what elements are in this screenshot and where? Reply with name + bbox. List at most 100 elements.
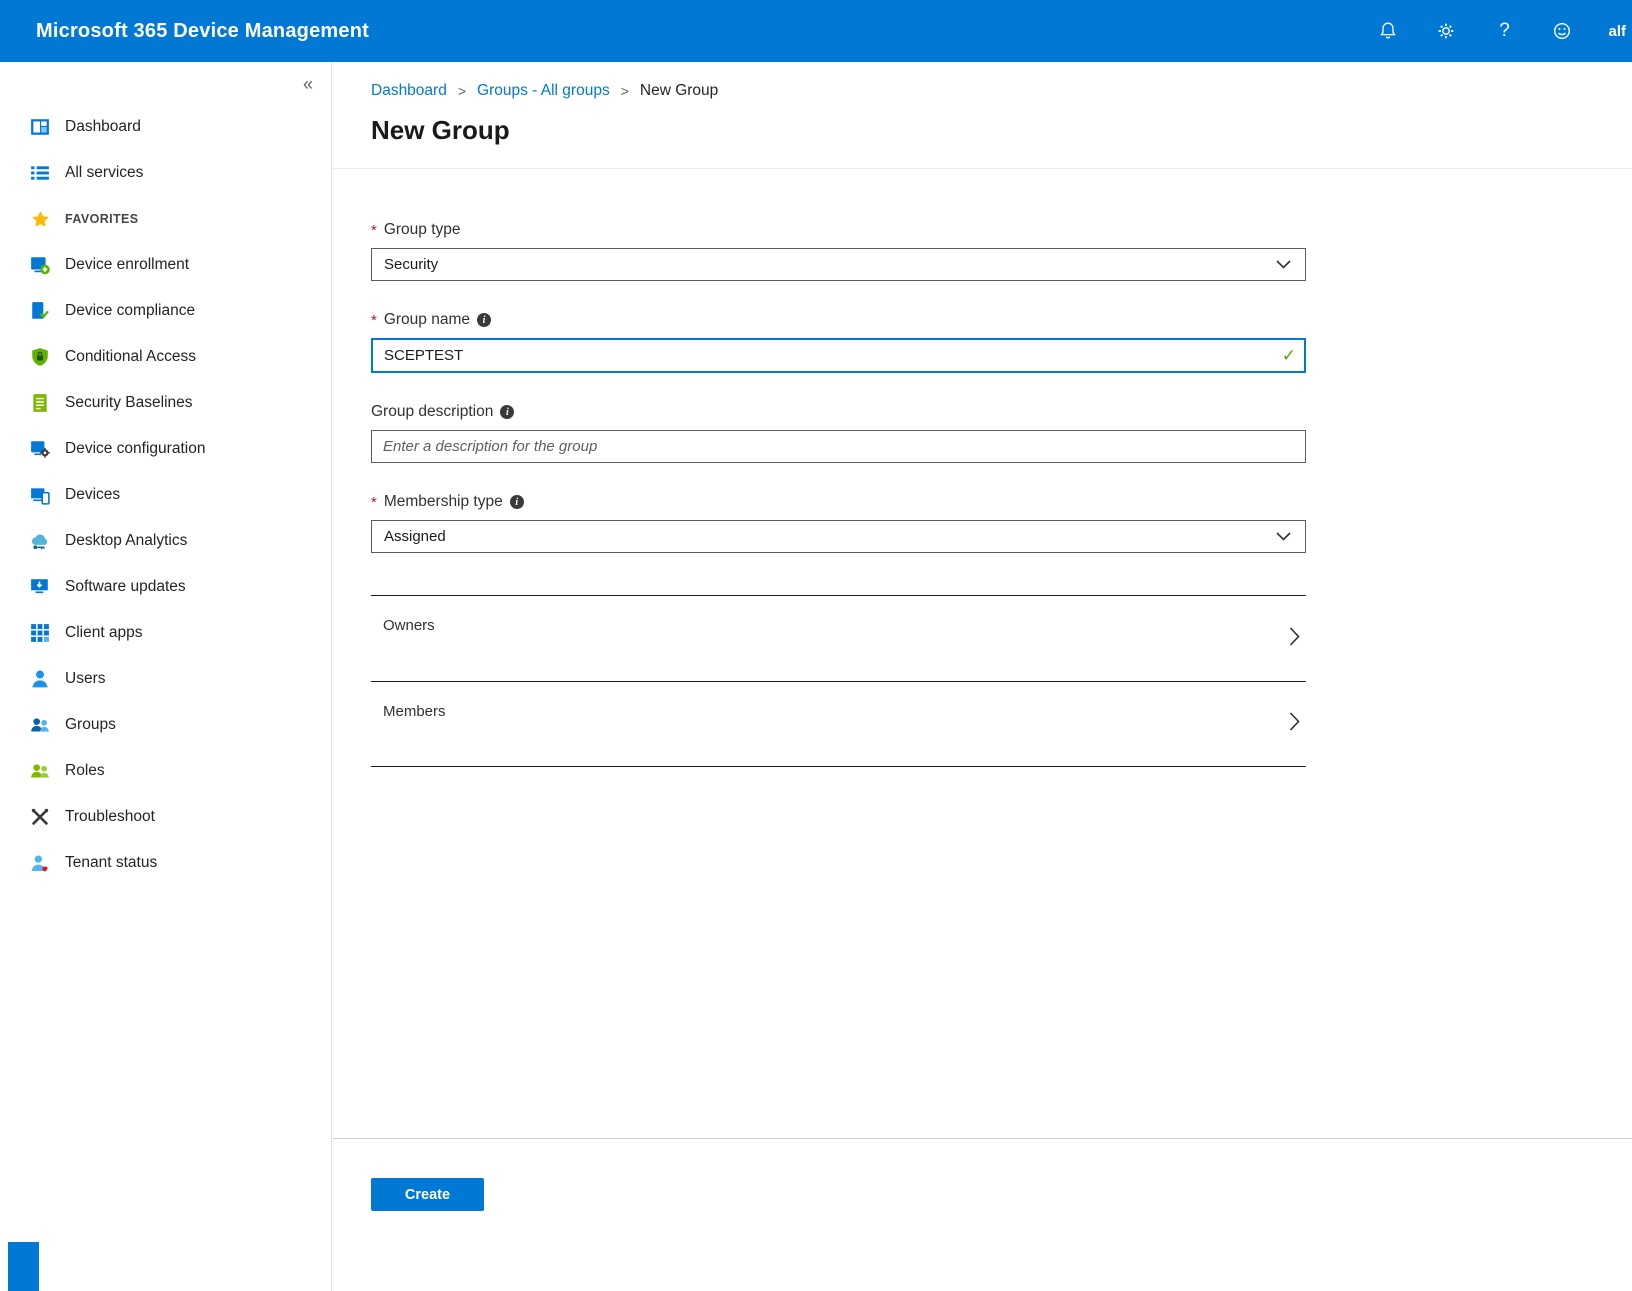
sidebar-item-label: Roles [65,762,105,780]
groups-icon [30,715,50,735]
create-button[interactable]: Create [371,1178,484,1211]
group-type-label: Group type [384,221,461,239]
membership-type-label: Membership type [384,493,503,511]
required-marker: * [371,494,377,511]
sidebar-item-security-baselines[interactable]: Security Baselines [0,380,331,426]
sidebar-item-label: Device enrollment [65,256,189,274]
group-description-input[interactable] [371,430,1306,463]
members-row[interactable]: Members [371,681,1306,767]
group-type-value: Security [384,256,438,273]
sidebar-item-users[interactable]: Users [0,656,331,702]
feedback-smiley-icon[interactable] [1550,19,1574,43]
settings-gear-icon[interactable] [1434,19,1458,43]
owners-row[interactable]: Owners [371,595,1306,681]
membership-type-select[interactable]: Assigned [371,520,1306,553]
header-divider [333,168,1632,169]
sidebar-item-groups[interactable]: Groups [0,702,331,748]
security-baselines-icon [30,393,50,413]
sidebar-item-devices[interactable]: Devices [0,472,331,518]
members-label: Members [371,682,1306,720]
group-name-label: Group name [384,311,470,329]
breadcrumb-groups-link[interactable]: Groups - All groups [477,82,610,100]
dashboard-icon [30,117,50,137]
chevron-right-icon [1289,712,1300,737]
group-description-label: Group description [371,403,493,421]
sidebar-item-label: Client apps [65,624,143,642]
breadcrumb-separator: > [621,83,629,99]
sidebar-item-label: Devices [65,486,120,504]
membership-type-label-row: * Membership type i [371,493,1306,511]
top-app-bar: Microsoft 365 Device Management ? [0,0,1632,62]
sidebar-item-software-updates[interactable]: Software updates [0,564,331,610]
membership-type-info-icon[interactable]: i [510,495,524,509]
group-name-info-icon[interactable]: i [477,313,491,327]
sidebar-item-device-configuration[interactable]: Device configuration [0,426,331,472]
sidebar: « Dashboard All services FAVORITES Devic… [0,62,332,1291]
star-icon [30,209,50,229]
favorites-header-label: FAVORITES [65,212,139,226]
account-name[interactable]: alf [1608,23,1628,40]
device-compliance-icon [30,301,50,321]
valid-check-icon: ✓ [1282,346,1296,366]
sidebar-item-roles[interactable]: Roles [0,748,331,794]
sidebar-item-label: Security Baselines [65,394,193,412]
sidebar-item-label: Conditional Access [65,348,196,366]
help-glyph: ? [1499,20,1510,42]
troubleshoot-tools-icon [30,807,50,827]
breadcrumb-dashboard-link[interactable]: Dashboard [371,82,447,100]
app-title: Microsoft 365 Device Management [36,20,369,43]
sidebar-item-dashboard[interactable]: Dashboard [0,104,331,150]
group-name-label-row: * Group name i [371,311,1306,329]
footer-divider [333,1138,1632,1139]
bottom-left-accent [8,1242,39,1291]
client-apps-grid-icon [30,623,50,643]
sidebar-item-label: Desktop Analytics [65,532,187,550]
sidebar-item-tenant-status[interactable]: Tenant status [0,840,331,886]
new-group-form: * Group type Security * Group name i ✓ G… [371,221,1306,767]
chevron-down-icon [1276,528,1291,545]
sidebar-item-label: All services [65,164,143,182]
membership-type-value: Assigned [384,528,446,545]
device-enrollment-icon [30,255,50,275]
breadcrumb: Dashboard > Groups - All groups > New Gr… [333,62,1632,100]
sidebar-item-label: Users [65,670,105,688]
desktop-analytics-icon [30,531,50,551]
sidebar-item-label: Groups [65,716,116,734]
group-type-select[interactable]: Security [371,248,1306,281]
notifications-bell-icon[interactable] [1376,19,1400,43]
device-configuration-icon [30,439,50,459]
help-icon[interactable]: ? [1492,19,1516,43]
users-icon [30,669,50,689]
tenant-status-icon [30,853,50,873]
group-description-info-icon[interactable]: i [500,405,514,419]
sidebar-item-device-compliance[interactable]: Device compliance [0,288,331,334]
sidebar-collapse-icon[interactable]: « [303,74,313,95]
sidebar-item-conditional-access[interactable]: Conditional Access [0,334,331,380]
owners-label: Owners [371,596,1306,634]
sidebar-item-client-apps[interactable]: Client apps [0,610,331,656]
breadcrumb-current: New Group [640,82,718,100]
sidebar-item-desktop-analytics[interactable]: Desktop Analytics [0,518,331,564]
chevron-down-icon [1276,256,1291,273]
required-marker: * [371,312,377,329]
all-services-list-icon [30,163,50,183]
roles-icon [30,761,50,781]
sidebar-item-all-services[interactable]: All services [0,150,331,196]
sidebar-item-label: Dashboard [65,118,141,136]
favorites-header: FAVORITES [0,196,331,242]
group-description-label-row: Group description i [371,403,1306,421]
page-title: New Group [371,115,1632,146]
devices-icon [30,485,50,505]
main-content: Dashboard > Groups - All groups > New Gr… [333,62,1632,1291]
group-name-input[interactable] [371,338,1306,373]
sidebar-item-device-enrollment[interactable]: Device enrollment [0,242,331,288]
sidebar-item-label: Device configuration [65,440,205,458]
sidebar-item-label: Troubleshoot [65,808,155,826]
chevron-right-icon [1289,626,1300,651]
sidebar-item-label: Device compliance [65,302,195,320]
breadcrumb-separator: > [458,83,466,99]
sidebar-item-troubleshoot[interactable]: Troubleshoot [0,794,331,840]
group-type-label-row: * Group type [371,221,1306,239]
conditional-access-shield-icon [30,347,50,367]
required-marker: * [371,222,377,239]
